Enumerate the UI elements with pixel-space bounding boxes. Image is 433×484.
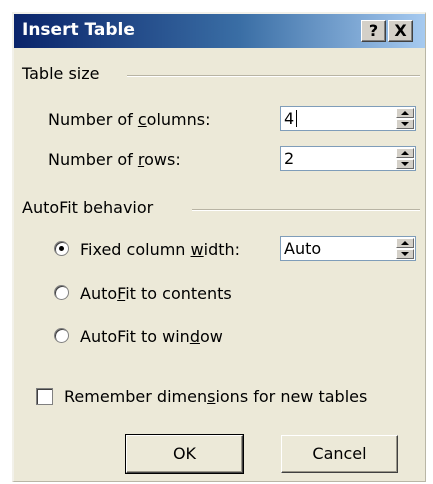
cancel-button[interactable]: Cancel [281,435,398,473]
table-size-divider [127,75,420,77]
columns-increment-button[interactable] [396,108,414,118]
arrow-up-icon [401,241,409,245]
columns-label: Number of columns: [48,110,211,129]
ok-button[interactable]: OK [125,434,244,474]
autofit-group-label: AutoFit behavior [22,198,154,217]
table-size-group-label: Table size [22,64,100,83]
arrow-down-icon [401,252,409,256]
insert-table-dialog: Insert Table ? X Table size Number of co… [12,12,426,482]
remember-dimensions-label[interactable]: Remember dimensions for new tables [64,387,367,406]
autofit-window-radio[interactable] [54,328,69,343]
rows-decrement-button[interactable] [396,159,414,169]
radio-selected-dot [59,246,64,251]
close-icon: X [394,21,407,40]
rows-value[interactable]: 2 [284,149,294,168]
help-icon: ? [368,21,379,40]
rows-increment-button[interactable] [396,148,414,158]
autofit-contents-label[interactable]: AutoFit to contents [80,284,232,303]
width-increment-button[interactable] [396,238,414,248]
remember-dimensions-checkbox[interactable] [36,388,53,405]
columns-value[interactable]: 4 [284,109,294,128]
autofit-contents-radio[interactable] [54,285,69,300]
close-button[interactable]: X [388,20,413,42]
columns-spinner[interactable]: 4 [280,106,416,131]
columns-decrement-button[interactable] [396,119,414,129]
arrow-down-icon [401,162,409,166]
arrow-down-icon [401,122,409,126]
rows-label: Number of rows: [48,150,181,169]
rows-spinner[interactable]: 2 [280,146,416,171]
autofit-window-label[interactable]: AutoFit to window [80,327,223,346]
width-decrement-button[interactable] [396,249,414,259]
column-width-value[interactable]: Auto [284,239,321,258]
arrow-up-icon [401,151,409,155]
fixed-width-label[interactable]: Fixed column width: [80,240,240,259]
fixed-width-radio[interactable] [54,241,69,256]
text-caret [296,110,297,127]
column-width-spinner[interactable]: Auto [280,236,416,261]
title-bar[interactable]: Insert Table ? X [14,14,425,48]
dialog-title: Insert Table [22,20,135,40]
autofit-divider [192,209,420,211]
arrow-up-icon [401,111,409,115]
help-button[interactable]: ? [361,20,386,42]
